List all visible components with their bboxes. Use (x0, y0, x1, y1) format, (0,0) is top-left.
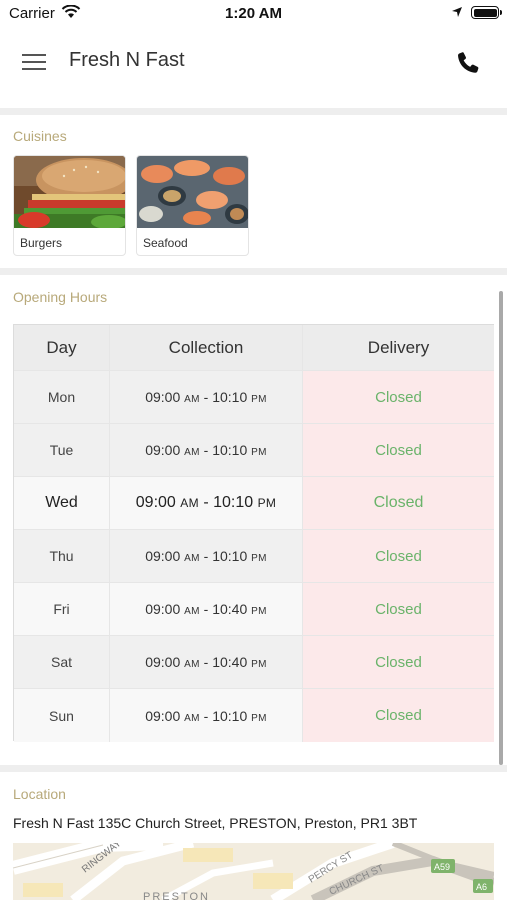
location-map[interactable]: RINGWAY PERCY ST CHURCH ST PRESTON A59 A… (13, 843, 494, 900)
delivery-status-cell: Closed (375, 441, 422, 459)
table-row: Fri 09:00 AM - 10:40 PM Closed (14, 583, 494, 636)
day-cell: Wed (45, 494, 78, 511)
collection-hours-cell: 09:00 AM - 10:10 PM (135, 494, 277, 511)
table-row: Sun 09:00 AM - 10:10 PM Closed (14, 689, 494, 742)
column-header-day: Day (14, 325, 110, 370)
map-label: PRESTON (143, 891, 210, 900)
scrollbar[interactable] (499, 291, 503, 765)
seafood-image (137, 156, 248, 228)
collection-hours-cell: 09:00 AM - 10:10 PM (145, 442, 267, 458)
phone-icon[interactable] (455, 50, 481, 76)
section-divider (0, 108, 507, 115)
opening-hours-heading: Opening Hours (13, 289, 108, 305)
column-header-collection: Collection (110, 325, 303, 370)
map-label: A6 (476, 882, 487, 892)
section-divider (0, 268, 507, 275)
table-row: Tue 09:00 AM - 10:10 PM Closed (14, 424, 494, 477)
opening-hours-table: Day Collection Delivery Mon 09:00 AM - 1… (13, 324, 494, 742)
app-header: Fresh N Fast (0, 28, 507, 108)
hamburger-menu-icon[interactable] (22, 52, 48, 72)
delivery-status-cell: Closed (373, 494, 424, 511)
collection-hours-cell: 09:00 AM - 10:40 PM (145, 654, 267, 670)
cuisine-card-seafood[interactable]: Seafood (136, 155, 249, 256)
location-arrow-icon (452, 7, 462, 17)
clock: 1:20 AM (225, 5, 282, 22)
collection-hours-cell: 09:00 AM - 10:10 PM (145, 389, 267, 405)
collection-hours-cell: 09:00 AM - 10:10 PM (145, 707, 267, 724)
cuisine-label: Seafood (143, 236, 188, 250)
day-cell: Thu (49, 548, 74, 564)
status-bar: Carrier 1:20 AM (0, 0, 507, 28)
delivery-status-cell: Closed (375, 600, 422, 618)
battery-icon (471, 6, 502, 19)
delivery-status-cell: Closed (375, 707, 422, 724)
burger-image (14, 156, 125, 228)
collection-hours-cell: 09:00 AM - 10:40 PM (145, 601, 267, 617)
section-divider (0, 765, 507, 772)
page-title: Fresh N Fast (69, 49, 185, 71)
delivery-status-cell: Closed (375, 547, 422, 565)
table-row: Sat 09:00 AM - 10:40 PM Closed (14, 636, 494, 689)
cuisine-label: Burgers (20, 236, 63, 250)
column-header-delivery: Delivery (367, 337, 430, 357)
address-text: Fresh N Fast 135C Church Street, PRESTON… (13, 815, 418, 831)
day-cell: Fri (53, 601, 70, 617)
map-label: A59 (434, 862, 450, 872)
cuisines-heading: Cuisines (13, 128, 67, 144)
day-cell: Mon (47, 389, 76, 405)
table-row: Thu 09:00 AM - 10:10 PM Closed (14, 530, 494, 583)
day-cell: Sat (50, 654, 72, 670)
day-cell: Tue (49, 442, 74, 458)
delivery-status-cell: Closed (375, 653, 422, 671)
delivery-status-cell: Closed (375, 388, 422, 406)
table-row: Mon 09:00 AM - 10:10 PM Closed (14, 371, 494, 424)
location-heading: Location (13, 786, 66, 802)
table-header-row: Day Collection Delivery (14, 325, 494, 371)
cuisine-card-burgers[interactable]: Burgers (13, 155, 126, 256)
day-cell: Sun (49, 707, 74, 724)
collection-hours-cell: 09:00 AM - 10:10 PM (145, 548, 267, 564)
table-row-today: Wed 09:00 AM - 10:10 PM Closed (14, 477, 494, 530)
